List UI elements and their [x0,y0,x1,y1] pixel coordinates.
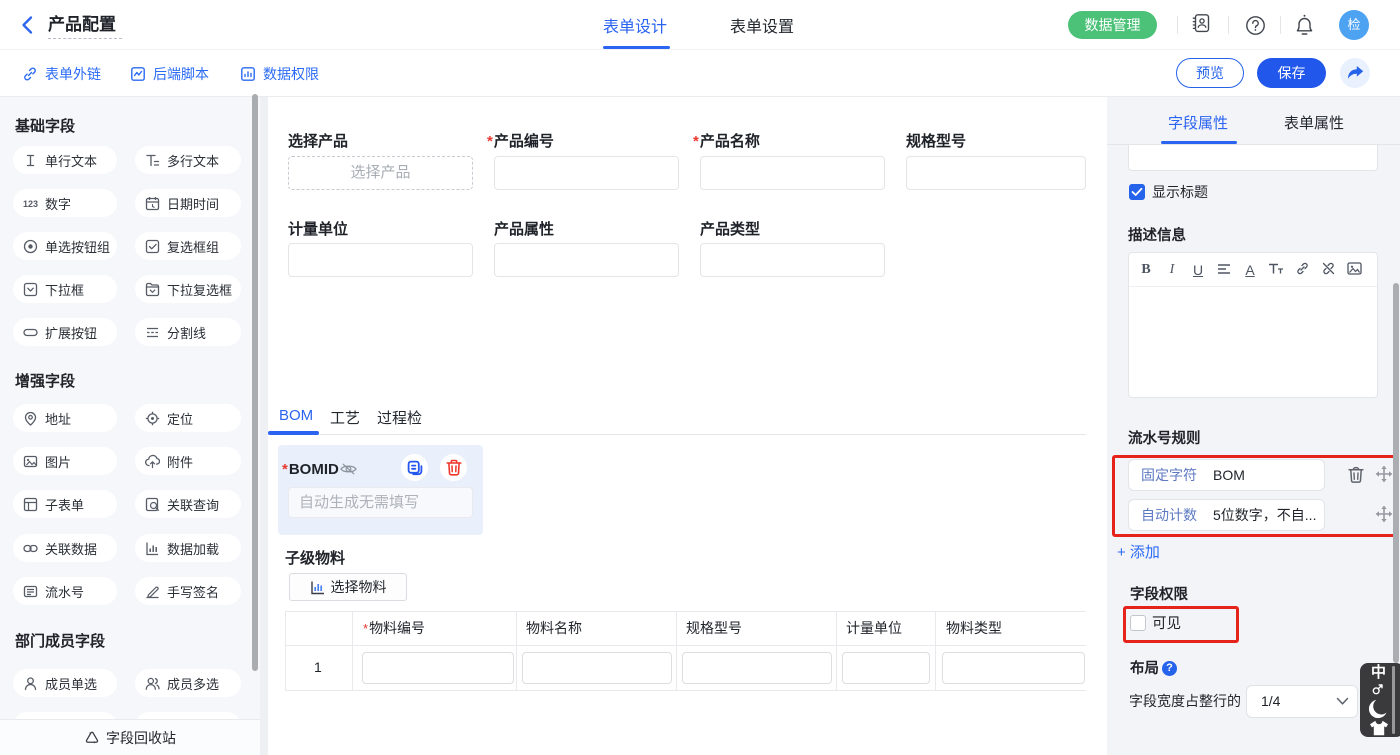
svg-text:123: 123 [23,199,38,209]
